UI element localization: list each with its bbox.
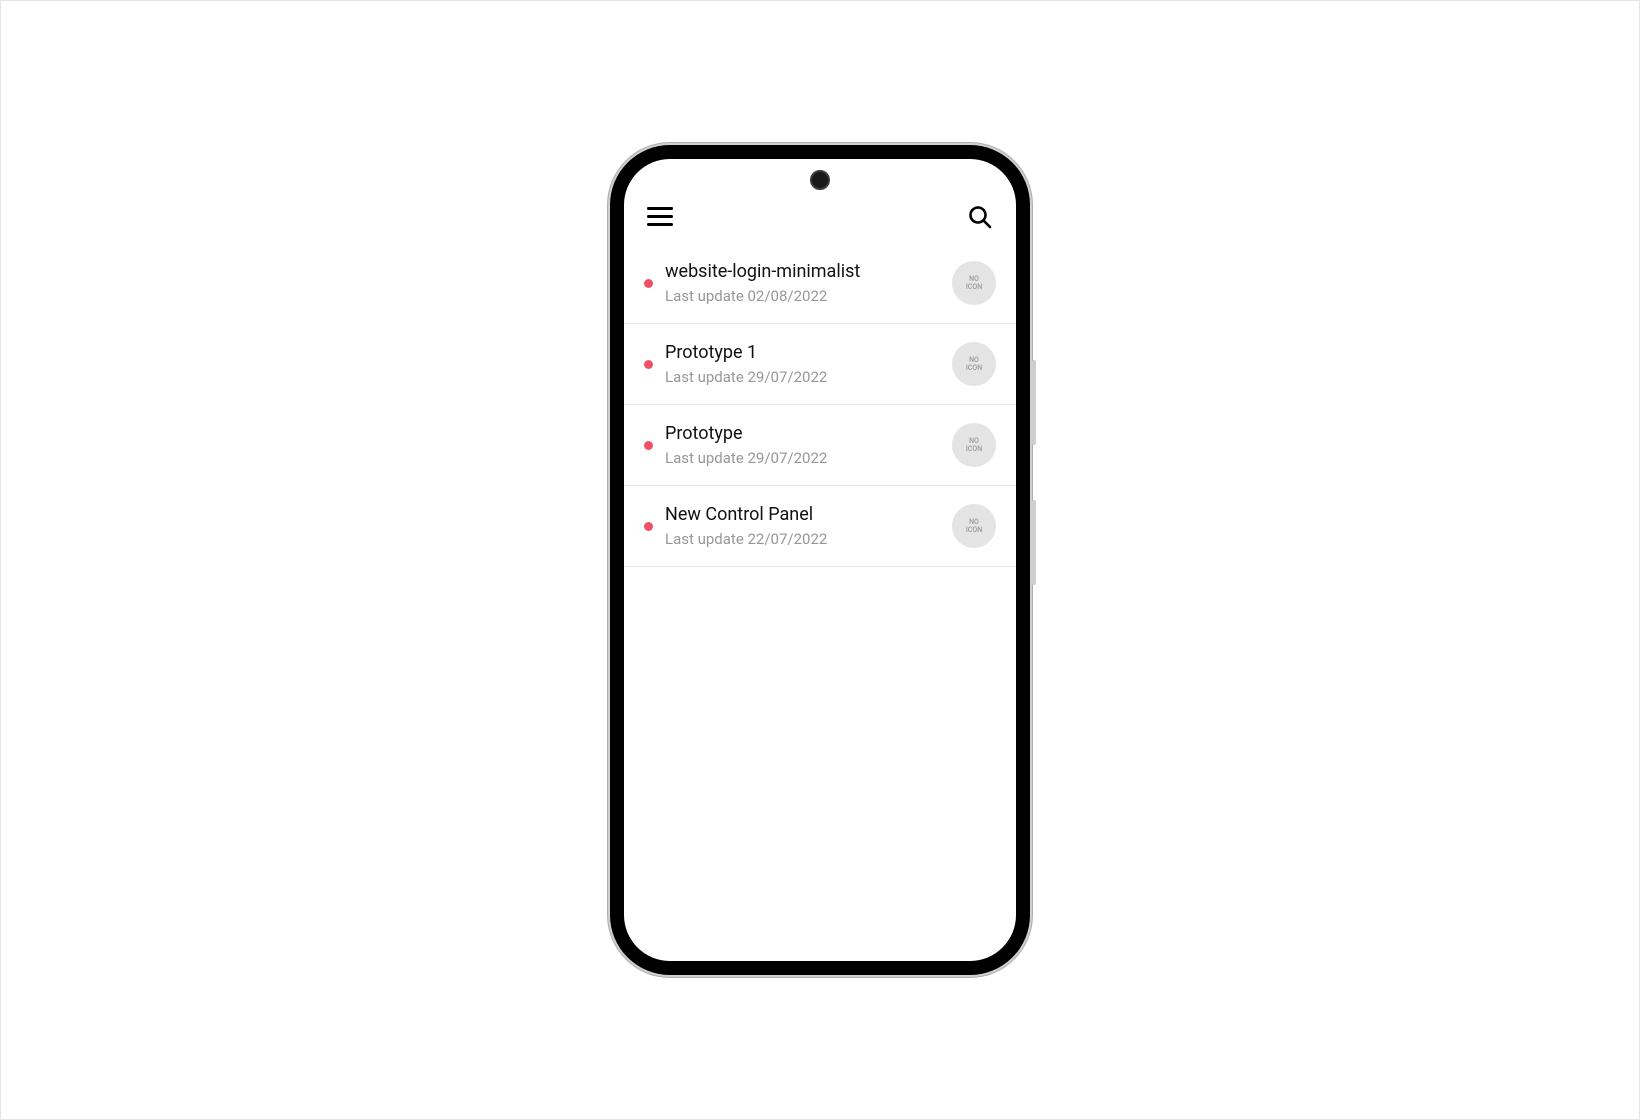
list-item-subtitle: Last update 29/07/2022 xyxy=(665,449,940,467)
list-item[interactable]: website-login-minimalist Last update 02/… xyxy=(624,243,1016,324)
list-item-subtitle: Last update 22/07/2022 xyxy=(665,530,940,548)
phone-device-frame: website-login-minimalist Last update 02/… xyxy=(610,145,1030,975)
front-camera xyxy=(810,170,830,190)
search-button[interactable] xyxy=(966,203,994,231)
list-item-title: Prototype xyxy=(665,423,940,445)
menu-button[interactable] xyxy=(646,203,674,231)
list-item[interactable]: New Control Panel Last update 22/07/2022… xyxy=(624,486,1016,567)
status-dot-icon xyxy=(644,441,653,450)
list-item-thumbnail: NO ICON xyxy=(952,504,996,548)
list-item-title: New Control Panel xyxy=(665,504,940,526)
list-item[interactable]: Prototype 1 Last update 29/07/2022 NO IC… xyxy=(624,324,1016,405)
status-dot-icon xyxy=(644,279,653,288)
list-item-title: Prototype 1 xyxy=(665,342,940,364)
list-item-body: website-login-minimalist Last update 02/… xyxy=(665,261,940,305)
search-icon xyxy=(968,205,992,229)
list-item-subtitle: Last update 02/08/2022 xyxy=(665,287,940,305)
list-item-subtitle: Last update 29/07/2022 xyxy=(665,368,940,386)
status-dot-icon xyxy=(644,360,653,369)
list-item-body: Prototype Last update 29/07/2022 xyxy=(665,423,940,467)
status-dot-icon xyxy=(644,522,653,531)
list-item-thumbnail: NO ICON xyxy=(952,342,996,386)
list-item-body: New Control Panel Last update 22/07/2022 xyxy=(665,504,940,548)
list-item-thumbnail: NO ICON xyxy=(952,261,996,305)
phone-screen: website-login-minimalist Last update 02/… xyxy=(624,159,1016,961)
list-item[interactable]: Prototype Last update 29/07/2022 NO ICON xyxy=(624,405,1016,486)
project-list[interactable]: website-login-minimalist Last update 02/… xyxy=(624,243,1016,961)
hamburger-icon xyxy=(647,207,673,227)
list-item-title: website-login-minimalist xyxy=(665,261,940,283)
list-item-thumbnail: NO ICON xyxy=(952,423,996,467)
list-item-body: Prototype 1 Last update 29/07/2022 xyxy=(665,342,940,386)
